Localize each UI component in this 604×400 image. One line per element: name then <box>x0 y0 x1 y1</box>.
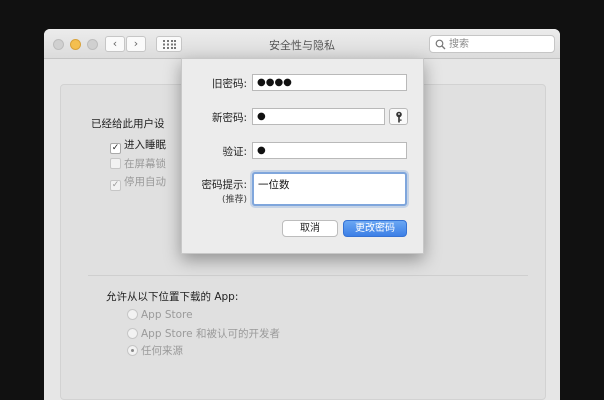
general-section-label: 已经给此用户设 <box>91 118 165 130</box>
key-icon <box>396 111 402 123</box>
sleep-checkbox[interactable]: ✓ <box>110 143 121 154</box>
screen-lock-checkbox <box>110 158 121 169</box>
sleep-option-label: 进入睡眠 <box>124 139 166 151</box>
back-button[interactable]: ‹ <box>105 36 125 52</box>
verify-password-field[interactable] <box>252 142 407 159</box>
section-divider <box>88 275 528 276</box>
password-hint-label: 密码提示: <box>201 179 247 191</box>
grid-icon <box>163 40 176 49</box>
new-password-label: 新密码: <box>211 112 247 124</box>
option-disable-auto-row: ✓ 停用自动 <box>110 174 166 191</box>
screen-lock-option-label: 在屏幕锁 <box>124 158 166 170</box>
option-sleep-row[interactable]: ✓ 进入睡眠 <box>110 137 166 154</box>
radio-identified-developers <box>127 328 138 339</box>
change-password-button[interactable]: 更改密码 <box>343 220 407 237</box>
radio-app-store-row: App Store <box>127 309 193 321</box>
radio-anywhere-row: 任何来源 <box>127 343 183 358</box>
search-input[interactable] <box>449 37 549 51</box>
old-password-field[interactable] <box>252 74 407 91</box>
title-bar: ‹ › 安全性与隐私 <box>44 29 560 59</box>
search-icon <box>435 39 446 50</box>
password-hint-field[interactable]: 一位数 <box>252 172 407 206</box>
old-password-label: 旧密码: <box>211 78 247 90</box>
download-section-label: 允许从以下位置下载的 App: <box>106 291 239 303</box>
search-field[interactable] <box>429 35 555 53</box>
disable-auto-option-label: 停用自动 <box>124 176 166 188</box>
verify-label: 验证: <box>222 146 247 158</box>
password-hint-recommended-label: (推荐) <box>221 195 247 205</box>
disable-auto-checkbox: ✓ <box>110 180 121 191</box>
forward-button[interactable]: › <box>126 36 146 52</box>
minimize-window-button[interactable] <box>70 39 81 50</box>
window-title: 安全性与隐私 <box>269 39 335 52</box>
radio-identified-developers-row: App Store 和被认可的开发者 <box>127 326 280 341</box>
radio-anywhere-label: 任何来源 <box>141 345 183 357</box>
show-all-button[interactable] <box>156 36 182 52</box>
radio-app-store-label: App Store <box>141 309 193 321</box>
password-assistant-button[interactable] <box>389 108 408 125</box>
radio-identified-developers-label: App Store 和被认可的开发者 <box>141 328 280 340</box>
change-password-dialog: 旧密码: 新密码: 验证: 密码提示: (推荐) 一位数 取消 更改密码 <box>181 58 424 254</box>
radio-anywhere <box>127 345 138 356</box>
new-password-field[interactable] <box>252 108 385 125</box>
close-window-button[interactable] <box>53 39 64 50</box>
zoom-window-button[interactable] <box>87 39 98 50</box>
cancel-button[interactable]: 取消 <box>282 220 338 237</box>
radio-app-store <box>127 309 138 320</box>
option-screen-lock-row: 在屏幕锁 <box>110 156 166 171</box>
